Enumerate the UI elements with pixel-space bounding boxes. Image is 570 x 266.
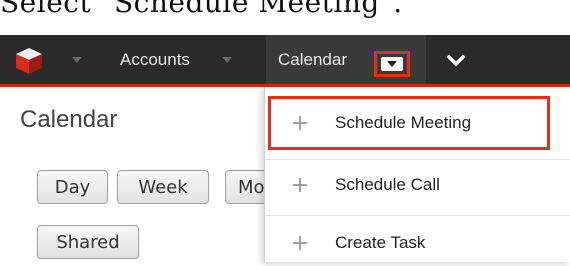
caret-down-icon (381, 57, 403, 71)
plus-icon: + (290, 230, 310, 256)
week-view-button[interactable]: Week (117, 170, 209, 204)
plus-icon: + (290, 172, 310, 198)
logo-menu-caret-icon[interactable] (72, 57, 82, 63)
menu-item-create-task[interactable]: + Create Task (265, 220, 570, 266)
day-view-button[interactable]: Day (37, 170, 108, 204)
top-navbar: Accounts Calendar (0, 35, 570, 87)
calendar-dropdown-toggle[interactable] (374, 51, 410, 77)
menu-item-schedule-call[interactable]: + Schedule Call (265, 162, 570, 208)
menu-item-label: Create Task (335, 233, 426, 252)
page-title: Calendar (20, 106, 118, 133)
shared-view-button[interactable]: Shared (37, 225, 139, 259)
accounts-caret-icon[interactable] (222, 57, 232, 63)
nav-item-calendar[interactable]: Calendar (278, 35, 347, 84)
app-logo-icon[interactable] (14, 46, 44, 76)
menu-divider (265, 215, 570, 216)
highlight-box (268, 96, 550, 150)
chevron-down-icon[interactable] (445, 49, 467, 71)
menu-divider (265, 159, 570, 160)
instruction-caption: Select "Schedule Meeting". (0, 0, 403, 19)
nav-item-accounts[interactable]: Accounts (120, 35, 190, 84)
menu-item-label: Schedule Call (335, 175, 440, 194)
